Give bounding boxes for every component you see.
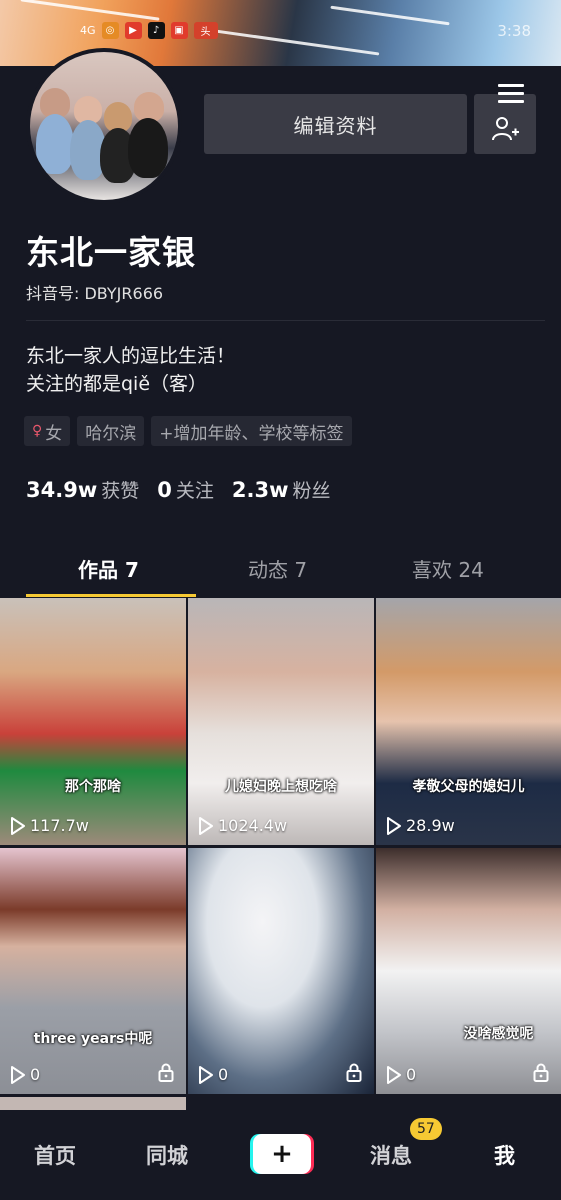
bio-line: 东北一家人的逗比生活！ <box>26 345 236 367</box>
plus-icon: + <box>253 1134 311 1174</box>
play-icon <box>387 1065 401 1084</box>
lock-icon <box>346 1063 362 1082</box>
nav-messages[interactable]: 消息 <box>370 1140 412 1170</box>
content-tabs: 作品 7 动态 7 喜欢 24 <box>0 540 561 598</box>
view-count-text: 0 <box>30 1065 41 1084</box>
video-caption: 没啥感觉呢 <box>463 1026 534 1042</box>
profile-name: 东北一家银 <box>26 233 196 272</box>
nav-home[interactable]: 首页 <box>34 1140 76 1170</box>
app-icon-5: ▣ <box>170 22 188 39</box>
lock-icon <box>158 1063 174 1082</box>
female-icon: ♀ <box>32 423 43 439</box>
video-caption: 那个那啥 <box>65 779 121 795</box>
profile-stats: 34.9w 获赞 0 关注 2.3w 粉丝 <box>26 476 331 503</box>
tab-posts[interactable]: 动态 7 <box>248 554 307 583</box>
app-icon-1: ◎ <box>101 22 119 39</box>
wallpaper-streak <box>330 5 450 26</box>
stat-label: 粉丝 <box>292 480 331 502</box>
video-thumbnail[interactable]: 儿媳妇晚上想吃啥 1024.4w <box>188 598 374 845</box>
avatar-image <box>30 52 178 200</box>
play-icon <box>199 816 213 835</box>
nav-me[interactable]: 我 <box>494 1140 515 1170</box>
view-count-text: 1024.4w <box>218 816 288 835</box>
tab-works[interactable]: 作品 7 <box>78 554 139 583</box>
stat-value: 2.3w <box>231 478 289 502</box>
nav-nearby[interactable]: 同城 <box>146 1140 188 1170</box>
bottom-nav: 首页 同城 + 消息 57 我 <box>0 1110 561 1200</box>
add-tag-button[interactable]: +增加年龄、学校等标签 <box>151 416 352 446</box>
video-thumbnail[interactable] <box>0 1097 186 1110</box>
status-bar-left: 4G ◎ ▶ ♪ ▣ 头 <box>80 22 218 39</box>
video-caption: 儿媳妇晚上想吃啥 <box>225 779 337 795</box>
likes-stat[interactable]: 34.9w 获赞 <box>26 476 139 503</box>
signal-icon: 4G <box>80 24 96 37</box>
edit-profile-button[interactable]: 编辑资料 <box>204 94 467 154</box>
view-count: 0 <box>10 1065 40 1084</box>
play-icon <box>11 816 25 835</box>
video-caption: three years中呢 <box>33 1031 153 1047</box>
avatar[interactable] <box>26 48 182 204</box>
profile-bio: 东北一家人的逗比生活！ 关注的都是qiě（客） <box>26 342 235 398</box>
view-count: 117.7w <box>10 816 89 835</box>
location-tag: 哈尔滨 <box>77 416 145 446</box>
view-count: 0 <box>198 1065 228 1084</box>
stat-label: 关注 <box>175 480 214 502</box>
video-thumbnail[interactable]: 那个那啥 117.7w <box>0 598 186 845</box>
stat-value: 0 <box>157 478 172 502</box>
lock-icon <box>533 1063 549 1082</box>
view-count-text: 28.9w <box>406 816 455 835</box>
video-thumbnail[interactable]: 孝敬父母的媳妇儿 28.9w <box>376 598 561 845</box>
gender-tag: ♀ 女 <box>24 416 71 446</box>
play-icon <box>387 816 401 835</box>
divider <box>26 320 545 321</box>
view-count-text: 0 <box>218 1065 229 1084</box>
profile-tags: ♀ 女 哈尔滨 +增加年龄、学校等标签 <box>24 416 352 446</box>
menu-icon[interactable] <box>498 84 524 106</box>
stat-value: 34.9w <box>26 478 98 502</box>
view-count: 1024.4w <box>198 816 287 835</box>
messages-badge: 57 <box>410 1118 442 1140</box>
create-video-button[interactable]: + <box>250 1134 314 1174</box>
play-icon <box>11 1065 25 1084</box>
view-count-text: 0 <box>406 1065 417 1084</box>
tab-likes[interactable]: 喜欢 24 <box>412 554 484 583</box>
douyin-icon: ♪ <box>147 22 165 39</box>
video-caption: 孝敬父母的媳妇儿 <box>412 779 525 795</box>
toutiao-icon: 头 <box>193 22 218 39</box>
add-friend-icon <box>492 117 519 141</box>
video-thumbnail[interactable]: 没啥感觉呢 0 <box>376 848 561 1094</box>
view-count-text: 117.7w <box>30 816 89 835</box>
view-count: 0 <box>386 1065 416 1084</box>
wallpaper-streak <box>200 27 380 56</box>
status-time: 3:38 <box>497 22 531 40</box>
active-tab-indicator <box>26 594 196 597</box>
stat-label: 获赞 <box>101 480 140 502</box>
wallpaper-streak <box>20 0 160 21</box>
video-thumbnail[interactable]: three years中呢 0 <box>0 848 186 1094</box>
douyin-id: 抖音号: DBYJR666 <box>26 284 164 303</box>
following-stat[interactable]: 0 关注 <box>157 476 214 503</box>
play-icon <box>199 1065 213 1084</box>
tag-label: 女 <box>45 423 63 444</box>
followers-stat[interactable]: 2.3w 粉丝 <box>232 476 331 503</box>
video-thumbnail[interactable]: 0 <box>188 848 374 1094</box>
view-count: 28.9w <box>386 816 455 835</box>
bio-line: 关注的都是qiě（客） <box>26 373 208 395</box>
app-icon-2: ▶ <box>124 22 142 39</box>
